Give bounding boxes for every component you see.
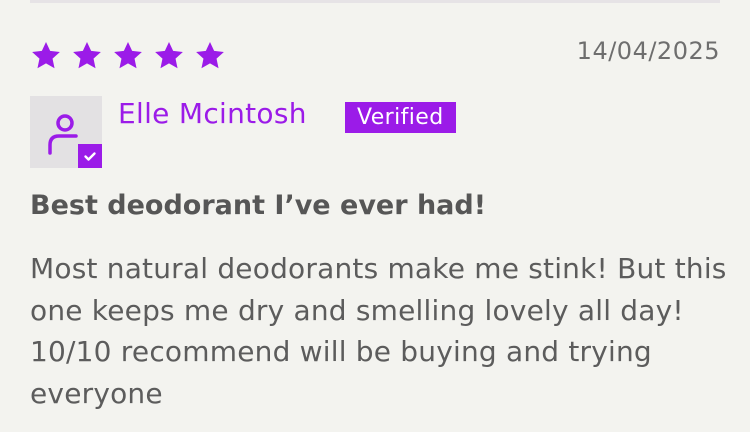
star-icon xyxy=(155,42,183,69)
review-body: Most natural deodorants make me stink! B… xyxy=(30,252,727,410)
star-icon xyxy=(73,42,101,69)
star-rating xyxy=(30,40,226,72)
top-divider xyxy=(30,0,720,3)
verified-badge: Verified xyxy=(345,102,456,133)
avatar xyxy=(30,96,102,168)
check-icon xyxy=(84,152,96,161)
review-card: 14/04/2025 Elle Mcintosh Verified Best d… xyxy=(0,0,750,432)
reviewer-name: Elle Mcintosh xyxy=(118,97,307,130)
star-icon xyxy=(196,42,224,69)
review-title: Best deodorant I’ve ever had! xyxy=(30,190,487,221)
verified-check-badge xyxy=(78,144,102,168)
review-date: 14/04/2025 xyxy=(576,37,720,65)
star-icon xyxy=(32,42,60,69)
star-icon xyxy=(114,42,142,69)
